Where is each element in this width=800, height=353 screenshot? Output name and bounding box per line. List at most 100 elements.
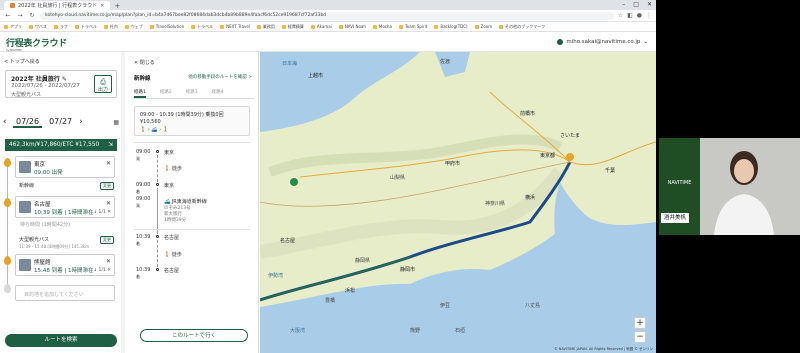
forward-icon[interactable]: →	[16, 12, 24, 19]
profile-icon[interactable]: ●	[637, 12, 642, 19]
bookmark-item[interactable]: ラフ	[53, 24, 68, 30]
day-tab-2[interactable]: 07/27	[46, 117, 75, 128]
menu-icon[interactable]: ⋮	[646, 12, 652, 19]
map[interactable]: 上越市 日本海 佐渡 前橋市 さいたま 東京都 千葉 甲府市 山梨県 横浜 静岡…	[260, 52, 656, 353]
close-window-icon[interactable]: ✕	[647, 1, 652, 8]
maximize-icon[interactable]: □	[633, 1, 639, 8]
calendar-icon[interactable]: ▦	[113, 119, 119, 126]
bookmark-item[interactable]: ワバス	[29, 24, 47, 30]
bookmark-item[interactable]: NEXT Travel	[220, 24, 250, 29]
station-dot-icon	[156, 235, 159, 238]
remove-stop-icon[interactable]: ✕	[106, 200, 111, 207]
zoom-out-button[interactable]: −	[634, 331, 646, 343]
bookmark-icon	[124, 24, 129, 29]
stop-order-control[interactable]: ↓ 1/1 ✕	[93, 268, 111, 273]
change-button[interactable]: 変更	[100, 236, 114, 244]
url-text: kotehyo-cloud.navitime.co.jp/map/plan?pl…	[45, 13, 327, 18]
bookmark-label: TravelSolution	[155, 24, 185, 29]
bookmarks-bar: アプリ ワバス ラフ トラベル 社内 ウェブ TravelSolution トラベル NEXT …	[0, 22, 656, 32]
map-label: 佐渡	[440, 59, 451, 65]
app-logo[interactable]: 行程表クラウド by NAVITIME	[6, 36, 67, 52]
reload-icon[interactable]: ↻	[28, 12, 36, 19]
leg-mode[interactable]: 新幹線	[19, 182, 34, 189]
tab-route-3[interactable]: 経路3	[186, 89, 198, 98]
bookmark-item[interactable]: Akamai	[310, 24, 332, 29]
stop-time: 15:48 到着 | 1時間滞在	[34, 268, 94, 274]
stop-order-control[interactable]: ↓ 1/1 ✕	[93, 210, 111, 215]
back-icon[interactable]: ←	[4, 12, 12, 19]
remove-stop-icon[interactable]: ✕	[106, 258, 111, 265]
stop-card[interactable]: 熊屋館 15:48 到着 | 1時間滞在 ✕ ↓ 1/1 ✕	[15, 254, 115, 276]
tab-route-4[interactable]: 経路4	[212, 89, 224, 98]
stop-thumbnail	[19, 259, 31, 271]
step-time: 09:00	[136, 182, 151, 188]
remove-stop-icon[interactable]: ✕	[106, 160, 111, 167]
rail-line	[157, 188, 158, 234]
use-this-route-button[interactable]: このルートで行く	[140, 329, 248, 342]
trip-vehicle: 大型観光バス	[11, 92, 42, 98]
tab-close-icon[interactable]: ✕	[100, 3, 104, 9]
trip-dates: 2022/07/26 - 2022/07/27	[11, 83, 80, 89]
map-label: 前橋市	[520, 111, 536, 117]
next-day-icon[interactable]: ›	[79, 117, 85, 127]
bookmark-item[interactable]: ウェブ	[124, 24, 143, 30]
browser-tab-active[interactable]: 2022年 社員旅行 | 行程表クラウド ✕	[4, 1, 111, 10]
tab-title: 2022年 社員旅行 | 行程表クラウド	[18, 3, 98, 9]
url-field[interactable]: kotehyo-cloud.navitime.co.jp/map/plan?pl…	[40, 11, 614, 20]
bookmark-item[interactable]: Backlog(TDC)	[434, 24, 468, 29]
bookmark-item[interactable]: NAVI Noah	[338, 24, 366, 29]
close-panel-button[interactable]: ✕ 閉じる	[134, 59, 155, 66]
zoom-in-button[interactable]: +	[634, 317, 646, 329]
back-to-top-link[interactable]: < トップへ戻る	[4, 58, 40, 65]
rail-detail: のぞみ213号 新大阪行 1時間39分	[164, 206, 191, 223]
map-label: 東京都	[540, 153, 556, 159]
bookmark-item[interactable]: 経費精算	[281, 24, 304, 30]
app-header: 行程表クラウド by NAVITIME miho.sakai@navitime.c…	[0, 32, 656, 52]
chevron-down-icon: ⌄	[643, 39, 648, 45]
star-icon[interactable]: ☆	[618, 12, 623, 19]
bookmark-item[interactable]: 業務用	[256, 24, 275, 30]
left-scrollbar[interactable]	[121, 52, 125, 353]
trip-title[interactable]: 2022年 社員旅行 ✎	[11, 74, 67, 83]
map-label: 静岡県	[355, 258, 371, 264]
bookmark-item[interactable]: Zoom	[474, 24, 492, 29]
other-routes-link[interactable]: 他の移動手段のルートを確認 >	[188, 74, 252, 80]
extensions-icon[interactable]: ◧	[627, 12, 633, 19]
map-label: 千葉	[605, 168, 616, 174]
stop-card[interactable]: 東京 09:00 出発 ✕	[15, 156, 115, 178]
route-search-button[interactable]: ルートを検索	[5, 334, 117, 347]
stop-card[interactable]: 名古屋 10:39 到着 | 1時間滞在 ✕ ↓ 1/1 ✕	[15, 196, 115, 218]
bookmark-item[interactable]: TravelSolution	[149, 24, 185, 29]
bookmark-icon	[103, 24, 108, 29]
change-button[interactable]: 変更	[100, 182, 114, 190]
start-marker-icon	[4, 158, 11, 167]
minimize-icon[interactable]: –	[622, 1, 625, 8]
stop-marker-icon	[4, 256, 11, 265]
day-tab-1[interactable]: 07/26	[13, 117, 43, 128]
bookmark-item[interactable]: アプリ	[4, 24, 22, 30]
bookmark-item[interactable]: 社内	[103, 24, 118, 30]
map-label: 熊野	[410, 328, 421, 334]
bookmark-label: トラベル	[80, 23, 97, 29]
user-avatar-icon	[557, 39, 564, 45]
leg-mode[interactable]: 大型観光バス	[19, 236, 49, 243]
step-sub: 着	[136, 241, 140, 246]
stop-thumbnail	[19, 201, 31, 213]
bookmark-item[interactable]: Mocha	[372, 24, 392, 29]
output-button[interactable]: ⎙ 出力	[94, 75, 112, 93]
tab-route-2[interactable]: 経路2	[160, 89, 172, 98]
tab-route-1[interactable]: 経路1	[134, 89, 146, 98]
map-label: 上越市	[308, 73, 324, 79]
bookmark-item[interactable]: トラベル	[191, 24, 213, 30]
summary-expand-icon[interactable]: ⇲	[108, 142, 113, 148]
bookmark-item[interactable]: Team Spirit	[399, 24, 427, 29]
bookmark-item[interactable]: トラベル	[74, 23, 97, 30]
add-destination-field[interactable]: 目的地を追加してください	[15, 285, 115, 301]
user-menu[interactable]: miho.sakai@navitime.co.jp ⌄	[557, 39, 648, 45]
bookmark-item[interactable]: その他のブックマーク	[499, 24, 545, 30]
route-summary[interactable]: 09:00 - 10:39 (1時間39分) 乗換0回 ¥10,560 🚶 › …	[134, 106, 250, 136]
prev-day-icon[interactable]: ‹	[3, 117, 9, 127]
new-tab-icon[interactable]: +	[110, 2, 124, 10]
station-dot-icon	[156, 150, 159, 153]
station-name: 名古屋	[164, 268, 180, 274]
